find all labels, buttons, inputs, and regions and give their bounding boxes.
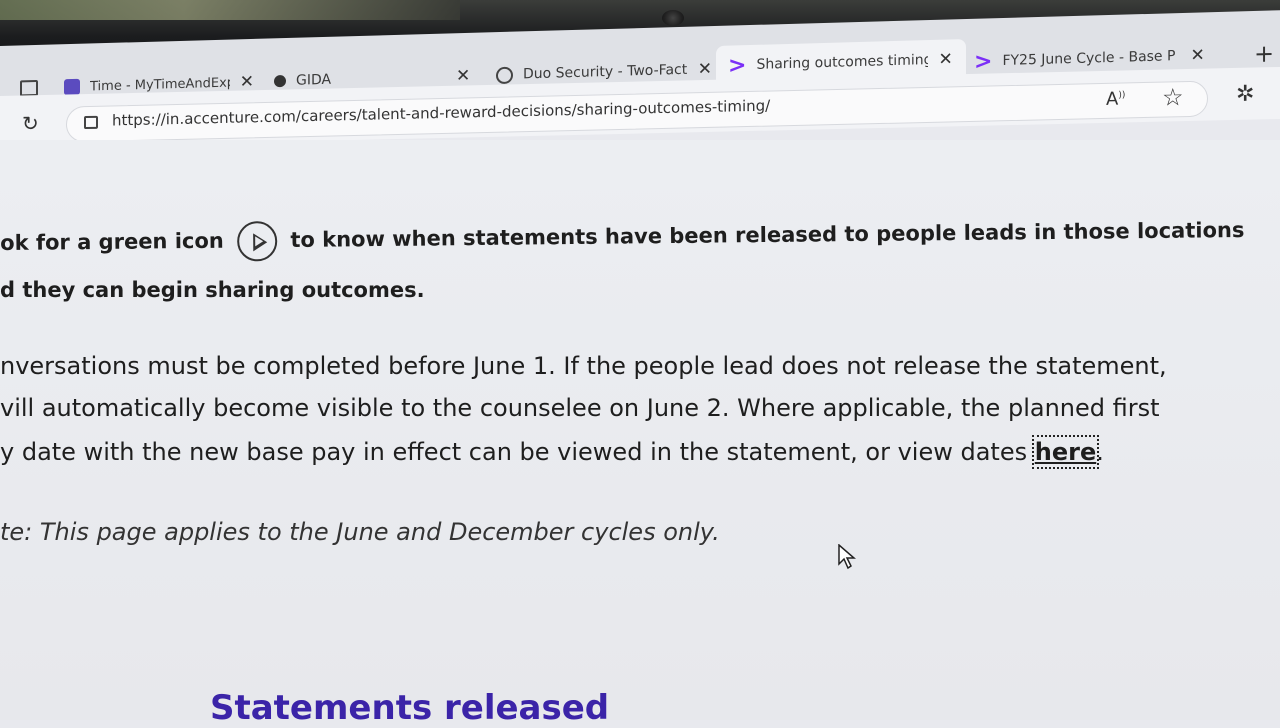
star-icon: ☆ <box>1162 83 1184 112</box>
green-icon-line-1: ok for a green icon to know when stateme… <box>0 211 1245 264</box>
new-tab-button[interactable]: + <box>1254 36 1274 71</box>
refresh-icon: ↻ <box>22 111 39 136</box>
webcam <box>662 10 684 26</box>
close-icon[interactable]: ✕ <box>1190 45 1204 65</box>
tab-actions-icon <box>20 79 38 97</box>
background-desk <box>0 0 460 20</box>
paragraph-line-1: nversations must be completed before Jun… <box>0 352 1167 380</box>
close-icon[interactable]: ✕ <box>240 72 254 92</box>
tab-title: FY25 June Cycle - Base P <box>1002 48 1176 69</box>
tab-title: Sharing outcomes timing <box>756 52 929 73</box>
mouse-cursor-icon <box>838 544 856 570</box>
note-text: te: This page applies to the June and De… <box>0 518 720 546</box>
favorite-button[interactable]: ☆ <box>1162 83 1184 111</box>
accenture-chevron-icon: > <box>728 52 747 79</box>
tab-title: Duo Security - Two-Facto <box>523 61 688 83</box>
close-icon[interactable]: ✕ <box>938 49 952 69</box>
plus-icon: + <box>1254 39 1275 68</box>
green-icon-line-2: d they can begin sharing outcomes. <box>0 278 425 302</box>
section-heading: Statements released <box>210 688 610 728</box>
here-link[interactable]: here <box>1031 435 1100 469</box>
read-aloud-button[interactable]: A)) <box>1106 88 1126 110</box>
lock-icon <box>84 115 98 130</box>
play-circle-icon <box>236 221 278 262</box>
globe-icon <box>496 66 513 84</box>
accenture-chevron-icon: > <box>974 48 993 75</box>
page-content: ok for a green icon to know when stateme… <box>0 140 1280 720</box>
green-icon-text-a: ok for a green icon <box>0 228 224 255</box>
timesheet-favicon <box>64 78 80 96</box>
paragraph-line-3: y date with the new base pay in effect c… <box>0 435 1104 469</box>
refresh-button[interactable]: ↻ <box>22 111 39 135</box>
close-icon[interactable]: ✕ <box>456 66 470 86</box>
close-icon[interactable]: ✕ <box>698 59 712 79</box>
read-aloud-icon: A)) <box>1106 88 1126 110</box>
extensions-button[interactable]: ✲ <box>1236 82 1254 107</box>
paragraph-line-3-text: y date with the new base pay in effect c… <box>0 438 1028 466</box>
paragraph-line-2: vill automatically become visible to the… <box>0 394 1160 422</box>
green-icon-text-b: to know when statements have been releas… <box>290 217 1245 252</box>
gida-favicon <box>274 75 286 88</box>
puzzle-icon: ✲ <box>1236 81 1255 107</box>
